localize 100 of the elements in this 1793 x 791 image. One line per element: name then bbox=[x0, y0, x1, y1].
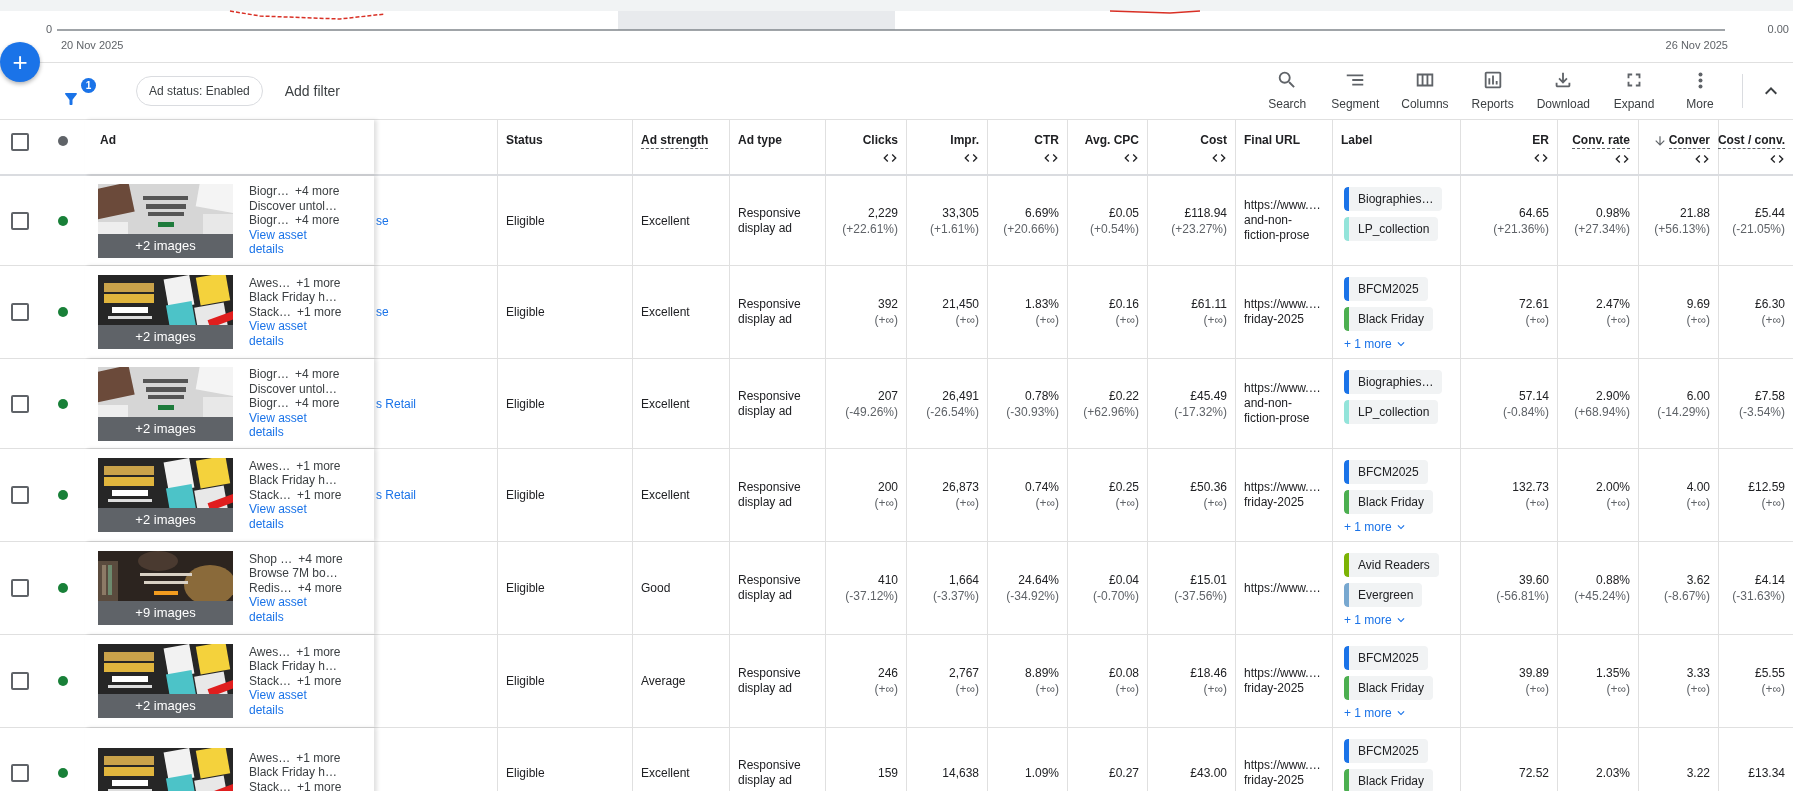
checkbox[interactable] bbox=[11, 763, 29, 782]
campaign-link[interactable]: s Retail bbox=[376, 486, 416, 504]
more-labels-link[interactable]: + 1 more bbox=[1344, 518, 1408, 536]
more-labels-link[interactable]: + 1 more bbox=[1344, 611, 1408, 629]
column-header[interactable]: CTR bbox=[1034, 132, 1059, 148]
metric-value: 4.00 bbox=[1686, 479, 1710, 495]
ad-type-text: Responsive display ad bbox=[738, 573, 802, 603]
column-header[interactable]: Label bbox=[1341, 132, 1373, 148]
campaign-link[interactable]: se bbox=[376, 211, 389, 230]
checkbox[interactable] bbox=[11, 211, 29, 230]
metric-change: (+0.54%) bbox=[1089, 220, 1139, 237]
checkbox[interactable] bbox=[11, 133, 29, 151]
column-header[interactable]: Ad bbox=[100, 132, 116, 148]
expand-button[interactable]: Expand bbox=[1604, 69, 1664, 113]
headline-text: Black Friday h… bbox=[249, 659, 338, 674]
status-text: Eligible bbox=[506, 395, 545, 413]
view-asset-link[interactable]: View asset details bbox=[249, 319, 311, 349]
headline-text: Black Friday h… bbox=[249, 765, 338, 780]
metric-change: (+∞) bbox=[955, 312, 979, 328]
more-labels-link[interactable]: + 1 more bbox=[1344, 335, 1408, 353]
column-header[interactable]: ER bbox=[1532, 132, 1549, 148]
metric-change: (+∞) bbox=[1115, 312, 1139, 328]
reports-button[interactable]: Reports bbox=[1462, 69, 1523, 113]
column-header[interactable]: Cost bbox=[1200, 132, 1227, 148]
segment-button[interactable]: Segment bbox=[1323, 69, 1388, 113]
download-button[interactable]: Download bbox=[1528, 69, 1598, 113]
checkbox[interactable] bbox=[11, 394, 29, 413]
metric-value: £7.58 bbox=[1754, 387, 1785, 404]
metric-value: £13.34 bbox=[1748, 764, 1785, 781]
metric-value: 200 bbox=[877, 479, 898, 495]
column-header[interactable]: Ad strength bbox=[641, 132, 709, 149]
metric-value: £61.11 bbox=[1191, 296, 1227, 312]
headline-text: Stack… bbox=[249, 779, 291, 791]
column-header[interactable]: Conver bbox=[1668, 132, 1710, 149]
metric-change: (+∞) bbox=[955, 681, 979, 697]
ad-type-text: Responsive display ad bbox=[738, 205, 802, 236]
label-text: BFCM2025 bbox=[1357, 650, 1420, 667]
headline-text: Discover untol… bbox=[249, 381, 338, 397]
metric-change: (+∞) bbox=[874, 681, 898, 697]
headline-text: Biogr… bbox=[249, 396, 289, 411]
filter-button[interactable] bbox=[62, 90, 80, 108]
column-header[interactable]: Avg. CPC bbox=[1084, 132, 1139, 148]
metric-change: (+∞) bbox=[1761, 681, 1785, 697]
metric-value: £0.25 bbox=[1108, 479, 1139, 495]
more-count: +4 more bbox=[295, 367, 340, 382]
status-text: Eligible bbox=[506, 212, 545, 230]
final-url-text: https://www.… bbox=[1244, 757, 1322, 773]
label-text: Black Friday bbox=[1357, 494, 1426, 511]
campaign-link[interactable]: s Retail bbox=[376, 394, 416, 413]
more-icon bbox=[1697, 71, 1703, 89]
checkbox[interactable] bbox=[11, 579, 29, 597]
view-asset-link[interactable]: View asset details bbox=[249, 227, 311, 257]
checkbox[interactable] bbox=[11, 486, 29, 504]
metric-value: 159 bbox=[877, 764, 898, 781]
column-header[interactable]: Ad type bbox=[738, 132, 782, 148]
metric-change: (+∞) bbox=[1606, 495, 1630, 511]
view-asset-link[interactable]: View asset details bbox=[249, 688, 311, 718]
metric-value: 2.00% bbox=[1595, 479, 1630, 495]
ad-strength-text: Average bbox=[641, 673, 686, 690]
more-count: +1 more bbox=[297, 673, 342, 689]
metric-value: 2.90% bbox=[1595, 387, 1630, 404]
campaign-link[interactable]: se bbox=[376, 303, 389, 321]
headline-text: Awes… bbox=[249, 644, 291, 660]
add-filter-button[interactable]: Add filter bbox=[284, 80, 340, 102]
metric-value: 24.64% bbox=[1018, 572, 1059, 588]
view-asset-link[interactable]: View asset details bbox=[249, 502, 311, 532]
status-text: Eligible bbox=[506, 673, 545, 690]
metric-value: £45.49 bbox=[1190, 387, 1227, 404]
metric-value: 26,491 bbox=[942, 387, 979, 404]
metric-value: 410 bbox=[877, 572, 898, 588]
metric-value: 9.69 bbox=[1686, 296, 1710, 312]
column-header[interactable]: Impr. bbox=[950, 132, 979, 148]
ad-strength-text: Excellent bbox=[641, 304, 690, 321]
checkbox[interactable] bbox=[11, 303, 29, 321]
column-header[interactable]: Clicks bbox=[862, 132, 898, 148]
search-button[interactable]: Search bbox=[1257, 69, 1318, 113]
view-asset-link[interactable]: View asset details bbox=[249, 595, 311, 625]
metric-value: 3.62 bbox=[1686, 572, 1710, 588]
metric-value: 6.00 bbox=[1686, 387, 1710, 404]
metric-change: (+68.94%) bbox=[1574, 403, 1630, 420]
view-asset-link[interactable]: View asset details bbox=[249, 410, 311, 440]
checkbox[interactable] bbox=[11, 672, 29, 690]
column-header[interactable]: Conv. rate bbox=[1572, 132, 1630, 149]
add-button[interactable]: + bbox=[0, 42, 40, 82]
metric-value: £50.36 bbox=[1190, 479, 1227, 495]
more-labels-link[interactable]: + 1 more bbox=[1344, 704, 1408, 722]
metric-change: (-31.63%) bbox=[1732, 588, 1785, 604]
column-header[interactable]: Cost / conv. bbox=[1717, 132, 1785, 149]
ad-strength-text: Excellent bbox=[641, 487, 690, 504]
metric-change: (+∞) bbox=[1686, 312, 1710, 328]
metric-value: 1.35% bbox=[1595, 665, 1630, 681]
more-button[interactable]: More bbox=[1670, 69, 1730, 113]
column-header[interactable]: Status bbox=[506, 132, 543, 148]
metric-value: £0.22 bbox=[1108, 387, 1139, 404]
metric-change: (+20.66%) bbox=[1003, 220, 1059, 237]
columns-button[interactable]: Columns bbox=[1393, 69, 1457, 113]
metric-value: 2,229 bbox=[867, 204, 898, 221]
column-header[interactable]: Final URL bbox=[1244, 132, 1300, 148]
axis-label: 20 Nov 2025 bbox=[61, 38, 124, 53]
image-count: +2 images bbox=[98, 694, 233, 718]
